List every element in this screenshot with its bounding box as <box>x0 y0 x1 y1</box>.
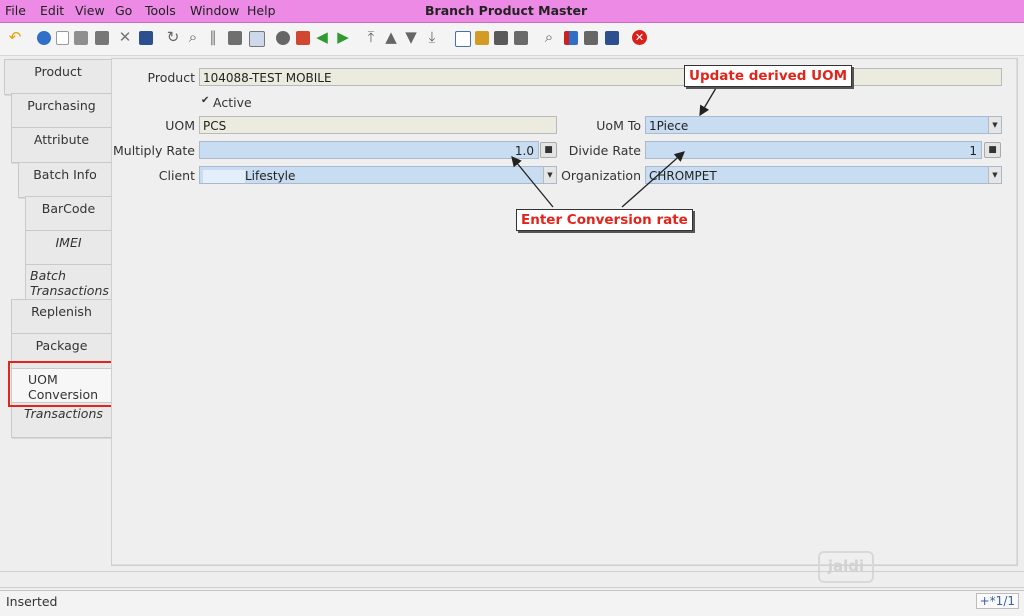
annotation-arrows <box>511 87 717 208</box>
status-bar: Inserted +*1/1 <box>0 590 1024 616</box>
annotation-enter-rate: Enter Conversion rate <box>516 209 693 231</box>
record-indicator[interactable]: +*1/1 <box>975 593 1019 609</box>
annotation-update-uom: Update derived UOM <box>684 65 853 87</box>
divider <box>0 587 1024 588</box>
watermark-logo: jaldi <box>818 551 874 583</box>
divider <box>0 571 1024 572</box>
status-text: Inserted <box>6 594 58 609</box>
